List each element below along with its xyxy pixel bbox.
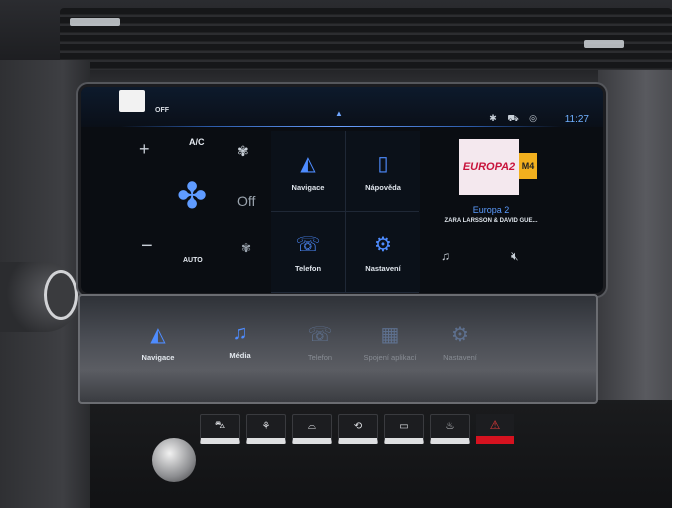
car-icon: ⛍ (214, 420, 226, 431)
seat-heat-icon: ♨ (445, 421, 455, 432)
app-connect-icon: ▦ (380, 324, 400, 346)
tile-napoveda[interactable]: ▯ Nápověda (346, 131, 420, 211)
settings-gear-icon: ⚙ (451, 324, 469, 346)
status-off-label: OFF (155, 107, 169, 114)
music-note-icon: ♫ (232, 322, 248, 344)
car-defrost-button[interactable]: ⛍ (200, 414, 240, 444)
shortcut-navigace[interactable]: ◭ Navigace (118, 322, 198, 362)
home-icon[interactable]: ▲ (335, 109, 343, 118)
mute-icon[interactable]: 🔇︎ (511, 249, 519, 264)
shortcut-label: Spojení aplikací (363, 353, 417, 362)
hardware-button-row: ⛍ ⚘ ⌓ ⟲ ▭ ♨ ⚠ (200, 414, 530, 450)
fan-icon[interactable]: ✤ (177, 175, 207, 217)
shortcut-spojeni-aplikaci[interactable]: ▦ Spojení aplikací (350, 322, 430, 362)
seat-heat-button[interactable]: ♨ (430, 414, 470, 444)
help-book-icon: ▯ (377, 152, 389, 175)
shortcut-nastaveni[interactable]: ⚙ Nastavení (420, 322, 500, 362)
tile-label: Telefon (294, 263, 322, 273)
clock: 11:27 (564, 114, 589, 125)
ac-button[interactable]: A/C (189, 137, 205, 147)
auto-button[interactable]: AUTO (183, 257, 203, 264)
rear-defrost-icon: ▭ (399, 421, 409, 432)
fan-icon[interactable]: ✾ (237, 143, 249, 160)
navigation-arrow-icon: ◭ (300, 152, 316, 175)
track-artist: ZARA LARSSON & DAVID GUE... (444, 218, 538, 224)
shortcut-label: Média (229, 351, 251, 360)
shortcut-label: Navigace (141, 353, 175, 362)
volume-knob[interactable] (152, 438, 196, 482)
navigation-arrow-icon: ◭ (150, 324, 166, 346)
phone-icon: ☏ (295, 233, 321, 256)
status-divider (121, 126, 561, 127)
climate-button[interactable]: ⚘ (246, 414, 286, 444)
status-icons: ✱ ⛟ ◎ (489, 113, 541, 123)
tile-nastaveni[interactable]: ⚙ Nastavení (346, 212, 420, 292)
hazard-button[interactable]: ⚠ (476, 414, 514, 444)
hazard-icon: ⚠ (489, 418, 501, 432)
climate-icon: ⚘ (261, 421, 271, 432)
phone-icon: ☏ (307, 324, 333, 346)
album-art: EUROPA2 (459, 139, 519, 195)
fan-level-label: Off (237, 193, 256, 209)
media-widget[interactable]: EUROPA2 M4 Europa 2 ZARA LARSSON & DAVID… (421, 131, 603, 293)
rear-defrost-button[interactable]: ▭ (384, 414, 424, 444)
recirculation-button[interactable]: ⟲ (338, 414, 378, 444)
status-bar: OFF ▲ ✱ ⛟ ◎ 11:27 (81, 87, 603, 127)
shortcut-label: Nastavení (443, 353, 477, 362)
vent-indicator-light (70, 18, 120, 26)
shortcut-telefon[interactable]: ☏ Telefon (280, 322, 360, 362)
station-badge: M4 (519, 153, 537, 179)
tile-label: Navigace (291, 182, 325, 192)
front-defrost-icon: ⌓ (308, 421, 316, 432)
music-note-icon[interactable]: ♫ (441, 249, 450, 263)
infotainment-screen: OFF ▲ ✱ ⛟ ◎ 11:27 + − A/C ✾ ✤ Off AUTO ✾… (78, 84, 606, 296)
tile-telefon[interactable]: ☏ Telefon (271, 212, 345, 292)
recirculation-icon: ⟲ (353, 421, 363, 432)
touch-shortcut-bar: ◭ Navigace ♫ Média ☏ Telefon ▦ Spojení a… (78, 294, 598, 404)
shortcut-tiles: ◭ Navigace ▯ Nápověda ☏ Telefon ⚙ Nastav… (271, 131, 420, 293)
shortcut-label: Telefon (307, 353, 333, 362)
front-defrost-button[interactable]: ⌓ (292, 414, 332, 444)
right-trim (598, 70, 678, 400)
image-edge (672, 0, 678, 508)
album-art-logo: EUROPA2 (462, 161, 516, 173)
shortcut-media[interactable]: ♫ Média (200, 322, 280, 360)
climate-panel: + − A/C ✾ ✤ Off AUTO ✾ (121, 131, 271, 293)
screen-sticker (119, 90, 145, 112)
air-vent (60, 8, 672, 70)
settings-gear-icon: ⚙ (374, 233, 392, 256)
tile-navigace[interactable]: ◭ Navigace (271, 131, 345, 211)
station-name: Europa 2 (472, 205, 510, 215)
tile-label: Nápověda (365, 182, 401, 192)
vent-indicator-light (584, 40, 624, 48)
temp-up-button[interactable]: + (139, 139, 150, 160)
tile-label: Nastavení (365, 263, 401, 273)
temp-down-button[interactable]: − (141, 235, 153, 258)
steering-stalk-tip (44, 270, 78, 320)
fan-icon[interactable]: ✾ (241, 241, 251, 255)
